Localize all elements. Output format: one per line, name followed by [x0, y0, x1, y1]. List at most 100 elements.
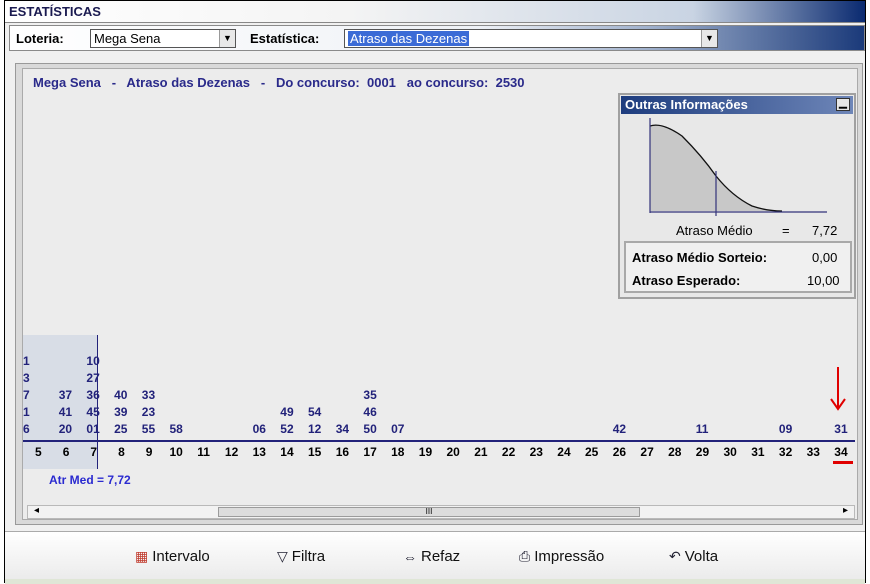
x-tick-label: 25	[585, 445, 599, 459]
dezena-value: 54	[308, 405, 322, 419]
dezena-value: 49	[280, 405, 294, 419]
x-tick-label: 8	[118, 445, 125, 459]
volta-button[interactable]: ↶ Volta	[669, 548, 718, 565]
scroll-left-icon[interactable]: ◂	[34, 505, 39, 516]
dezena-value: 6	[23, 422, 30, 436]
dezena-value: 1	[23, 354, 30, 368]
x-tick-label: 14	[280, 445, 294, 459]
horizontal-scrollbar[interactable]: ◂ III ▸	[27, 505, 855, 519]
dezena-value: 55	[141, 422, 156, 436]
x-tick-label: 13	[252, 445, 266, 459]
atraso-medio-sorteio-label: Atraso Médio Sorteio:	[632, 250, 768, 265]
x-tick-label: 5	[35, 445, 42, 459]
refaz-button[interactable]: ⇔ Refaz	[403, 548, 460, 565]
loteria-select[interactable]: Mega Sena ▼	[90, 29, 236, 48]
x-tick-label: 34	[834, 445, 848, 459]
chart-baseline	[23, 440, 855, 442]
dezena-value: 07	[391, 422, 405, 436]
atraso-esperado-label: Atraso Esperado:	[632, 273, 741, 288]
refaz-label: Refaz	[421, 548, 461, 565]
x-tick-label: 17	[363, 445, 377, 459]
dezena-value: 01	[86, 422, 100, 436]
dezena-value: 20	[58, 422, 73, 436]
x-tick-label: 7	[90, 445, 98, 459]
x-tick-label: 29	[695, 445, 710, 459]
dezena-value: 33	[141, 388, 156, 402]
dezena-value: 46	[363, 405, 377, 419]
loteria-select-value: Mega Sena	[94, 31, 161, 46]
estatistica-select-value: Atraso das Dezenas	[348, 31, 470, 46]
x-tick-label: 24	[557, 445, 571, 459]
dezena-value: 34	[335, 422, 350, 436]
x-tick-label: 12	[224, 445, 239, 459]
atraso-medio-value: 7,72	[812, 223, 838, 238]
x-tick-label: 22	[501, 445, 516, 459]
x-tick-label: 15	[308, 445, 322, 459]
scroll-grip: III	[425, 507, 433, 516]
estatistica-label: Estatística:	[250, 31, 320, 46]
dezena-value: 39	[114, 405, 128, 419]
impressao-label: Impressão	[534, 548, 605, 565]
x-tick-label: 28	[668, 445, 682, 459]
results-header: Mega Sena - Atraso das Dezenas - Do conc…	[33, 75, 525, 90]
refresh-icon: ⇔	[403, 548, 417, 565]
dezena-value: 31	[834, 422, 848, 436]
atraso-esperado-value: 10,00	[807, 273, 840, 288]
dezena-value: 10	[86, 354, 100, 368]
filter-icon: ▽	[277, 548, 288, 564]
x-tick-label: 19	[418, 445, 433, 459]
x-tick-label: 20	[446, 445, 460, 459]
dezena-value: 27	[86, 371, 100, 385]
arrow-down-icon	[830, 367, 846, 411]
distribution-curve	[649, 118, 827, 216]
dezena-value: 42	[612, 422, 627, 436]
bar-chart-icon: ▦	[135, 548, 149, 564]
x-tick-label: 21	[474, 445, 488, 459]
x-tick-label: 33	[806, 445, 820, 459]
filtra-button[interactable]: ▽ Filtra	[277, 548, 325, 565]
scroll-thumb[interactable]: III	[218, 507, 640, 517]
info-panel-title: Outras Informações ▁	[621, 96, 853, 114]
window-title: ESTATÍSTICAS	[9, 4, 101, 19]
dezena-value: 11	[695, 422, 709, 436]
x-tick-label: 6	[62, 445, 70, 459]
statistics-window: ESTATÍSTICAS Loteria: Mega Sena ▼ Estatí…	[4, 0, 866, 584]
info-summary-box: Atraso Médio Sorteio: 0,00 Atraso Espera…	[624, 241, 852, 293]
dezena-value: 36	[86, 388, 100, 402]
dezena-value: 1	[23, 405, 30, 419]
x-tick-label: 26	[612, 445, 627, 459]
dezena-value: 41	[58, 405, 73, 419]
chevron-down-icon[interactable]: ▼	[701, 30, 717, 47]
back-arrow-icon: ↶	[669, 548, 681, 564]
volta-label: Volta	[684, 548, 719, 565]
dezena-value: 7	[23, 388, 30, 402]
info-panel: Outras Informações ▁ Atraso Médio = 7,72…	[618, 93, 856, 299]
impressao-button[interactable]: ⎙ Impressão	[519, 548, 604, 565]
highlight-underline	[833, 461, 853, 464]
status-strip	[5, 579, 865, 584]
dezena-value: 09	[778, 422, 793, 436]
dezena-value: 50	[363, 422, 377, 436]
dezena-value: 45	[86, 405, 100, 419]
info-panel-title-text: Outras Informações	[625, 97, 748, 112]
filter-toolbar: Loteria: Mega Sena ▼ Estatística: Atraso…	[9, 25, 865, 51]
intervalo-button[interactable]: ▦ Intervalo	[135, 548, 210, 565]
x-tick-label: 9	[145, 445, 153, 459]
scroll-right-icon[interactable]: ▸	[843, 505, 848, 516]
chart-area: Mega Sena - Atraso das Dezenas - Do conc…	[22, 68, 858, 520]
dezena-value: 06	[252, 422, 266, 436]
atraso-medio-label: Atraso Médio	[676, 223, 753, 238]
dezena-value: 3	[23, 371, 30, 385]
atraso-medio-equals: =	[782, 223, 790, 238]
x-tick-label: 11	[197, 445, 210, 459]
minimize-icon[interactable]: ▁	[836, 98, 850, 111]
estatistica-select[interactable]: Atraso das Dezenas ▼	[344, 29, 718, 48]
dezena-value: 52	[280, 422, 294, 436]
dezena-value: 40	[114, 388, 128, 402]
delay-chart: Atr Med = 7,72 5 6 7 8 9 10 11 12 13 14 15 16 17 18 19…	[23, 335, 859, 495]
printer-icon: ⎙	[519, 548, 531, 564]
filtra-label: Filtra	[291, 548, 326, 565]
mean-label: Atr Med = 7,72	[49, 473, 131, 487]
x-tick-label: 18	[391, 445, 405, 459]
chevron-down-icon[interactable]: ▼	[219, 30, 235, 47]
